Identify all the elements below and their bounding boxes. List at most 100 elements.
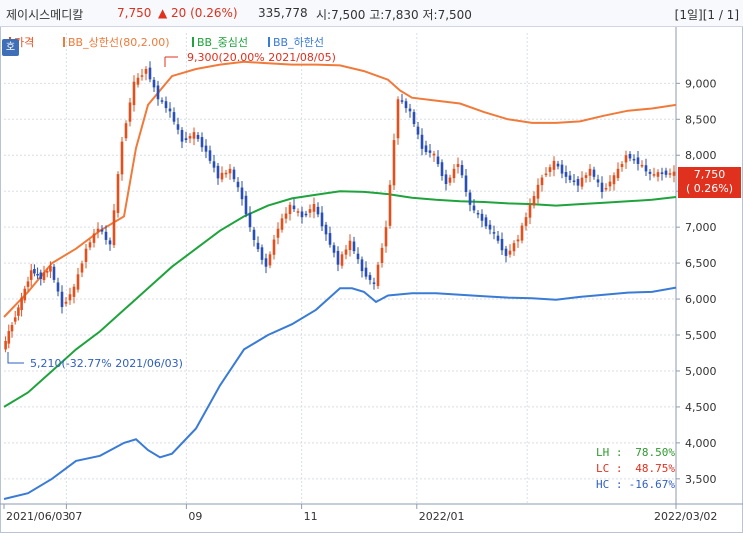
ohlc-summary: 시:7,500 고:7,830 저:7,500 xyxy=(316,8,472,22)
candle-body xyxy=(172,112,176,122)
candle-body xyxy=(7,331,11,344)
candle-body xyxy=(400,100,404,102)
candle-body xyxy=(256,242,260,250)
candle-body xyxy=(148,67,152,80)
candle-body xyxy=(136,77,140,85)
candle-body xyxy=(640,164,644,167)
candle-body xyxy=(164,101,168,109)
candle-body xyxy=(124,123,128,139)
candle-body xyxy=(88,242,92,248)
candle-body xyxy=(64,301,68,304)
candle-body xyxy=(536,184,540,199)
stat-hc-value: -16.67% xyxy=(629,478,676,491)
candle-body xyxy=(68,294,72,301)
x-tick-label: 07 xyxy=(68,510,82,523)
y-tick-label: 5,000 xyxy=(685,365,717,378)
candle-body xyxy=(144,68,148,74)
candle-body xyxy=(100,229,104,232)
candle-body xyxy=(588,168,592,176)
candle-body xyxy=(576,179,580,186)
candle-body xyxy=(436,156,440,165)
candle-body xyxy=(556,163,560,167)
candle-body xyxy=(496,235,500,241)
candle-body xyxy=(508,250,512,255)
candle-body xyxy=(392,140,396,186)
candle-body xyxy=(372,282,376,284)
candle-body xyxy=(192,132,196,139)
candle-body xyxy=(212,161,216,168)
candle-body xyxy=(352,241,356,252)
candle-body xyxy=(592,169,596,177)
candle-body xyxy=(408,108,412,112)
candle-body xyxy=(128,102,132,122)
candle-body xyxy=(288,204,292,215)
candle-body xyxy=(468,192,472,205)
candle-body xyxy=(188,136,192,139)
y-tick-label: 4,000 xyxy=(685,437,717,450)
candle-body xyxy=(92,233,96,243)
y-tick-label: 7,000 xyxy=(685,221,717,234)
y-tick-label: 8,000 xyxy=(685,149,717,162)
candle-body xyxy=(432,153,436,156)
candle-body xyxy=(376,264,380,286)
candle-body xyxy=(672,171,676,176)
candle-body xyxy=(512,243,516,252)
chart-tool-button[interactable]: 호 xyxy=(2,39,19,56)
candle-body xyxy=(520,225,524,241)
candle-body xyxy=(544,173,548,176)
candle-body xyxy=(104,231,108,240)
x-axis: 2021/06/0307 09 11 2022/01 2022/03/02 xyxy=(3,504,717,523)
candle-body xyxy=(664,170,668,175)
price-chart[interactable]: 3,500 4,000 4,500 5,000 5,500 6,000 6,500 7,000… xyxy=(0,27,743,533)
candle-body xyxy=(344,249,348,255)
candle-body xyxy=(116,174,120,213)
candle-body xyxy=(39,272,43,280)
candle-body xyxy=(424,145,428,153)
candle-body xyxy=(176,124,180,130)
candle-body xyxy=(29,270,33,280)
candle-body xyxy=(628,153,632,159)
candle-body xyxy=(248,212,252,228)
stock-header: 제이시스메디칼 7,750 ▲ 20 (0.26%) 335,778 시:7,5… xyxy=(0,0,743,27)
candle-body xyxy=(260,247,264,260)
candle-body xyxy=(348,240,352,251)
y-tick-label: 9,000 xyxy=(685,77,717,90)
candle-body xyxy=(196,134,200,139)
candle-body xyxy=(56,282,60,292)
candle-body xyxy=(300,211,304,218)
candle-body xyxy=(76,274,80,290)
candle-body xyxy=(632,158,636,161)
period-pager[interactable]: [1일][1 / 1] xyxy=(675,6,739,23)
candle-body xyxy=(476,212,480,215)
stat-lh-label: LH : xyxy=(596,446,623,459)
candle-body xyxy=(560,164,564,174)
candle-body xyxy=(380,247,384,263)
legend-marker-middle xyxy=(192,37,194,47)
candle-body xyxy=(26,281,30,287)
price-candles xyxy=(4,61,676,353)
candle-body xyxy=(596,179,600,183)
candle-body xyxy=(272,239,276,255)
candle-body xyxy=(324,224,328,235)
candle-body xyxy=(152,79,156,88)
current-price-box: 7,750 ( 0.26%) xyxy=(678,167,741,198)
candle-body xyxy=(624,155,628,163)
candle-body xyxy=(368,275,372,280)
candle-body xyxy=(312,204,316,212)
candle-body xyxy=(60,291,64,308)
candle-body xyxy=(268,254,272,266)
x-tick-label: 2022/03/02 xyxy=(654,510,717,523)
candle-body xyxy=(52,266,56,280)
candle-body xyxy=(168,108,172,112)
candle-body xyxy=(244,195,248,215)
candle-body xyxy=(648,171,652,174)
candle-body xyxy=(280,218,284,230)
candle-body xyxy=(336,250,340,265)
candle-body xyxy=(304,213,308,216)
candle-body xyxy=(404,101,408,109)
candle-body xyxy=(184,138,188,141)
candle-body xyxy=(416,126,420,135)
chart-series xyxy=(3,60,677,500)
candle-body xyxy=(608,181,612,187)
candle-body xyxy=(45,271,49,273)
